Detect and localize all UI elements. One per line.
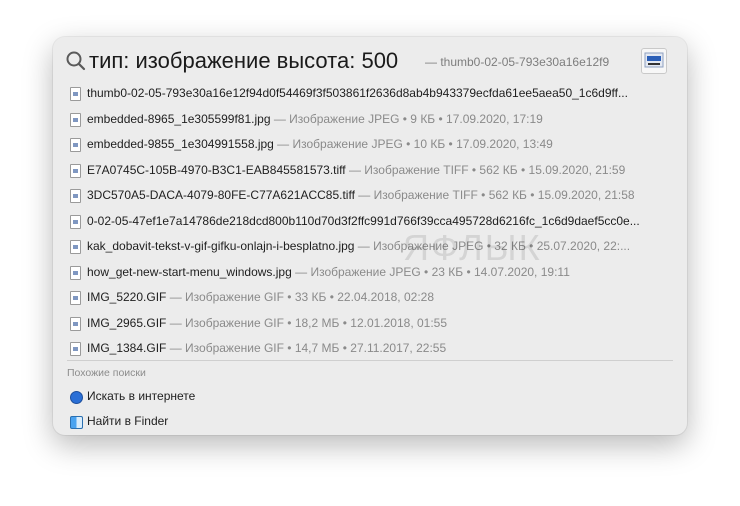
file-name: how_get-new-start-menu_windows.jpg [87, 264, 292, 279]
file-icon [70, 291, 81, 305]
file-icon [70, 342, 81, 356]
spotlight-panel: тип: изображение высота: 500 — thumb0-02… [53, 37, 687, 435]
search-web-action[interactable]: Искать в интернете [87, 389, 195, 403]
file-name: E7A0745C-105B-4970-B3C1-EAB845581573.tif… [87, 162, 346, 177]
list-item[interactable]: E7A0745C-105B-4970-B3C1-EAB845581573.tif… [53, 158, 687, 184]
file-name: kak_dobavit-tekst-v-gif-gifku-onlajn-i-b… [87, 239, 355, 253]
file-name: 0-02-05-47ef1e7a14786de218dcd800b110d70d… [87, 213, 640, 228]
file-icon [70, 265, 81, 280]
file-icon [70, 189, 81, 203]
file-meta: — Изображение GIF • 33 КБ • 22.04.2018, … [166, 290, 435, 304]
list-item[interactable]: 0-02-05-47ef1e7a14786de218dcd800b110d70d… [53, 209, 687, 235]
file-meta: — Изображение GIF • 14,7 МБ • 27.11.2017… [166, 341, 447, 355]
file-icon [70, 316, 81, 331]
similar-searches-heading: Похожие поиски [67, 367, 146, 379]
search-query[interactable]: тип: изображение высота: 500 [89, 48, 398, 74]
file-icon [70, 163, 81, 178]
file-name: embedded-8965_1e305599f81.jpg [87, 111, 271, 126]
list-item[interactable]: IMG_5220.GIF — Изображение GIF • 33 КБ •… [53, 285, 687, 311]
section-divider [67, 360, 673, 361]
file-icon [70, 214, 81, 229]
list-item[interactable]: 3DC570A5-DACA-4079-80FE-C77A621ACC85.tif… [53, 183, 687, 209]
list-item[interactable]: IMG_2965.GIF — Изображение GIF • 18,2 МБ… [53, 311, 687, 337]
safari-icon [70, 391, 83, 404]
list-item[interactable]: thumb0-02-05-793e30a16e12f94d0f54469f3f5… [53, 81, 687, 107]
list-item[interactable]: embedded-8965_1e305599f81.jpg — Изображе… [53, 107, 687, 133]
file-meta: — Изображение GIF • 18,2 МБ • 12.01.2018… [166, 315, 448, 330]
file-name: IMG_2965.GIF [87, 315, 167, 330]
list-item[interactable]: embedded-9855_1e304991558.jpg — Изображе… [53, 132, 687, 158]
file-icon [70, 112, 81, 127]
finder-icon [70, 416, 83, 429]
file-name: IMG_1384.GIF [87, 341, 167, 355]
file-meta: — Изображение TIFF • 562 КБ • 15.09.2020… [354, 188, 635, 202]
file-name: thumb0-02-05-793e30a16e12f94d0f54469f3f5… [87, 86, 628, 100]
list-item[interactable]: how_get-new-start-menu_windows.jpg — Изо… [53, 260, 687, 286]
search-completion-hint: — thumb0-02-05-793e30a16e12f9 [425, 55, 610, 69]
file-name: embedded-9855_1e304991558.jpg [87, 137, 274, 151]
file-meta: — Изображение JPEG • 9 КБ • 17.09.2020, … [270, 111, 543, 126]
search-bar[interactable]: тип: изображение высота: 500 — thumb0-02… [53, 37, 687, 85]
file-icon [70, 240, 81, 254]
file-meta: — Изображение JPEG • 10 КБ • 17.09.2020,… [273, 137, 553, 151]
watermark: ЯФЛЫК [403, 227, 542, 268]
list-item[interactable]: kak_dobavit-tekst-v-gif-gifku-onlajn-i-b… [53, 234, 687, 260]
file-icon [70, 138, 81, 152]
list-item[interactable]: IMG_1384.GIF — Изображение GIF • 14,7 МБ… [53, 336, 687, 362]
file-icon [70, 87, 81, 101]
file-name: IMG_5220.GIF [87, 290, 167, 304]
file-name: 3DC570A5-DACA-4079-80FE-C77A621ACC85.tif… [87, 188, 355, 202]
results-list: thumb0-02-05-793e30a16e12f94d0f54469f3f5… [53, 81, 687, 362]
file-meta: — Изображение TIFF • 562 КБ • 15.09.2020… [345, 162, 626, 177]
search-icon [66, 51, 86, 71]
preview-thumbnail-icon [641, 48, 667, 74]
find-in-finder-action[interactable]: Найти в Finder [87, 414, 168, 428]
